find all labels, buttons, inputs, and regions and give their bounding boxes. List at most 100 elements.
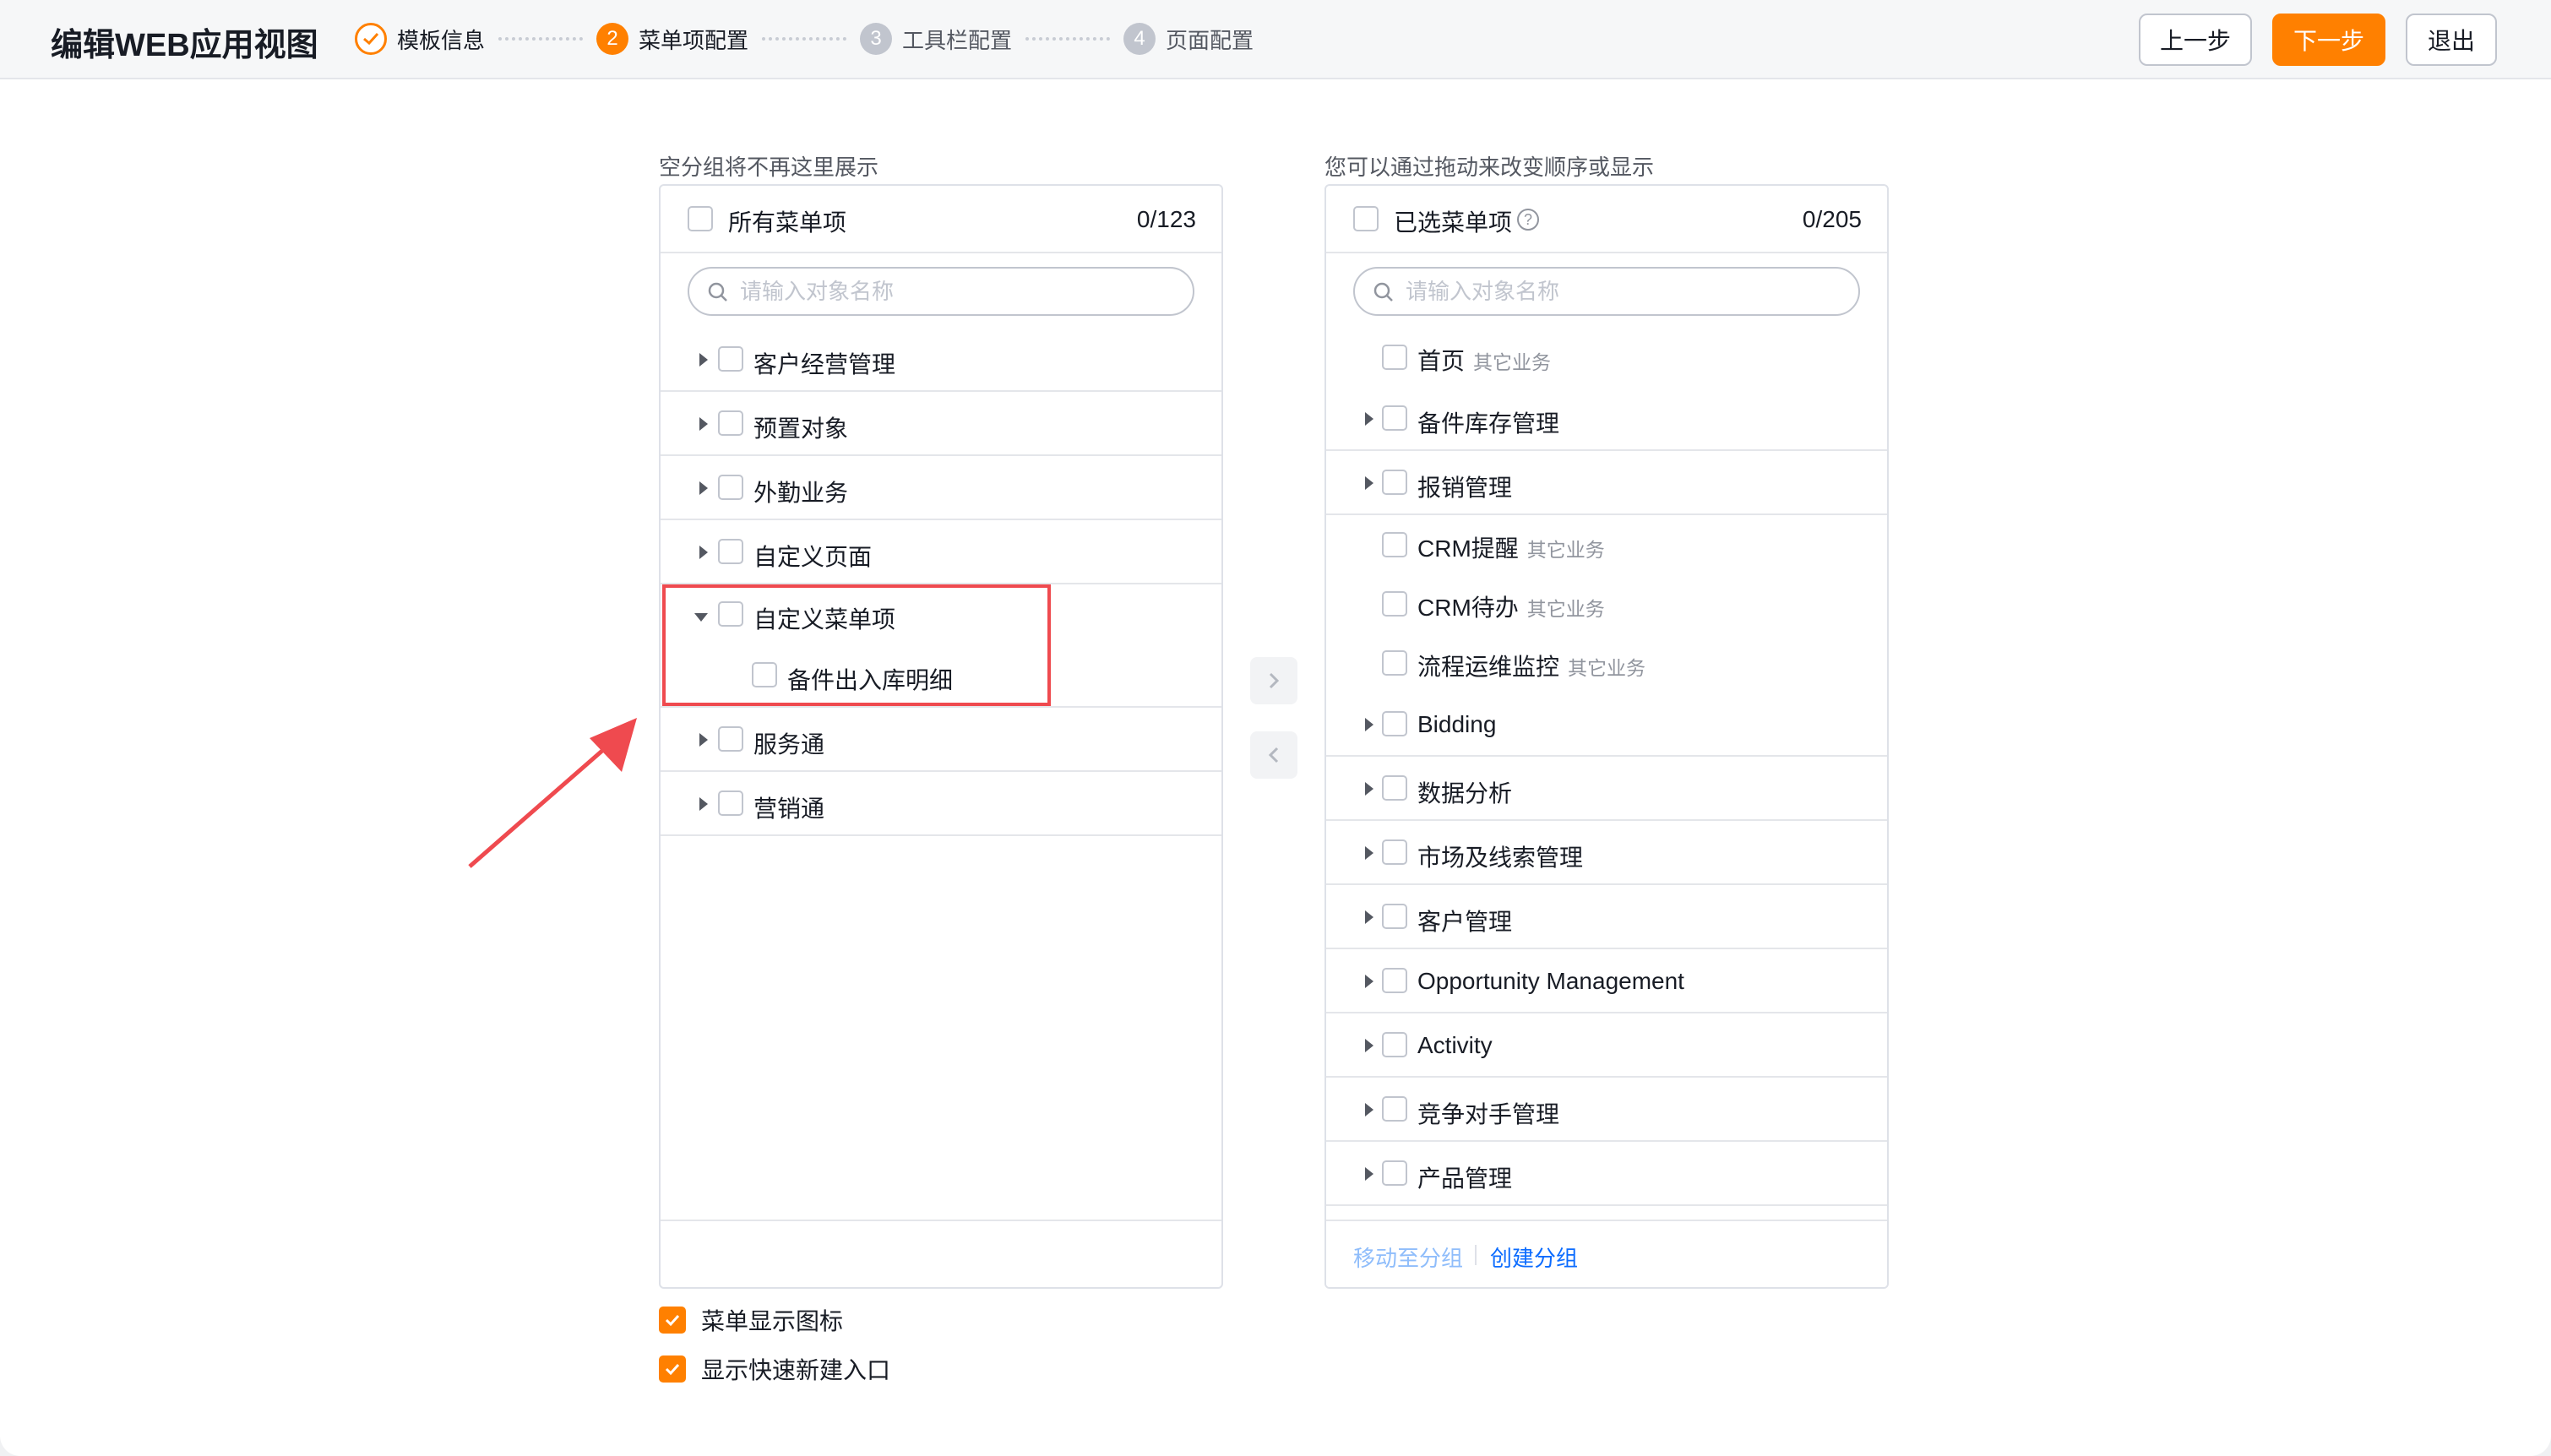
caret-right-icon[interactable]	[1365, 718, 1373, 731]
menu-group-row[interactable]: 客户管理	[1326, 885, 1887, 949]
group-checkbox[interactable]	[1382, 1096, 1407, 1122]
item-checkbox[interactable]	[1382, 650, 1407, 676]
group-checkbox[interactable]	[718, 475, 743, 500]
caret-right-icon[interactable]	[699, 797, 708, 811]
caret-right-icon[interactable]	[699, 546, 708, 559]
menu-group-row[interactable]: 竞争对手管理	[1326, 1078, 1887, 1142]
select-all-checkbox[interactable]	[1353, 206, 1379, 231]
menu-item-row[interactable]: CRM待办 其它业务	[1326, 574, 1887, 633]
menu-group-row[interactable]: 备件库存管理	[1326, 387, 1887, 451]
caret-right-icon[interactable]	[699, 481, 708, 495]
menu-group-row[interactable]: 数据分析	[1326, 757, 1887, 821]
step-4-label: 页面配置	[1166, 27, 1254, 53]
group-checkbox[interactable]	[1382, 711, 1407, 736]
move-right-button[interactable]	[1250, 657, 1297, 704]
quick-create-checkbox[interactable]	[659, 1355, 686, 1383]
item-label: 首页 其它业务	[1417, 348, 1552, 374]
caret-right-icon[interactable]	[699, 733, 708, 747]
item-checkbox[interactable]	[1382, 591, 1407, 617]
group-label: Bidding	[1417, 711, 1497, 737]
group-checkbox[interactable]	[1382, 1160, 1407, 1186]
menu-group-row[interactable]: 产品管理	[1326, 1142, 1887, 1206]
group-checkbox[interactable]	[718, 539, 743, 564]
group-label: 数据分析	[1417, 780, 1513, 807]
tree-group-row[interactable]: 营销通	[661, 772, 1221, 836]
group-label: 外勤业务	[753, 480, 849, 506]
group-checkbox[interactable]	[718, 346, 743, 372]
menu-group-row[interactable]: 市场及线索管理	[1326, 821, 1887, 885]
chevron-right-icon	[1269, 672, 1280, 689]
create-group-link[interactable]: 创建分组	[1490, 1241, 1578, 1273]
caret-right-icon[interactable]	[1365, 975, 1373, 988]
tree-group-row[interactable]: 自定义页面	[661, 520, 1221, 584]
group-label: 自定义页面	[753, 544, 873, 570]
tree-group-row[interactable]: 预置对象	[661, 392, 1221, 456]
help-icon[interactable]: ?	[1517, 209, 1539, 231]
item-checkbox[interactable]	[1382, 345, 1407, 370]
menu-item-row[interactable]: 流程运维监控 其它业务	[1326, 633, 1887, 693]
tree-group-row[interactable]: 外勤业务	[661, 456, 1221, 520]
menu-group-row[interactable]: Opportunity Management	[1326, 949, 1887, 1013]
prev-step-button[interactable]: 上一步	[2139, 14, 2252, 66]
select-all-checkbox[interactable]	[688, 206, 713, 231]
exit-button[interactable]: 退出	[2406, 14, 2497, 66]
tree-group-row[interactable]: 服务通	[661, 708, 1221, 772]
item-tag: 其它业务	[1473, 351, 1552, 373]
step-3-number: 3	[860, 23, 893, 55]
right-search-box[interactable]	[1353, 267, 1860, 316]
move-left-button[interactable]	[1250, 731, 1297, 779]
menu-group-row[interactable]: 报销管理	[1326, 451, 1887, 515]
caret-right-icon[interactable]	[1365, 846, 1373, 860]
caret-right-icon[interactable]	[1365, 1167, 1373, 1181]
menu-item-row[interactable]: 首页 其它业务	[1326, 328, 1887, 387]
all-menu-items-panel: 所有菜单项 0/123 客户经营管理 预置对象 外勤业务	[659, 184, 1223, 1289]
show-icon-label: 菜单显示图标	[701, 1308, 844, 1334]
group-label: 客户管理	[1417, 909, 1513, 935]
annotation-highlight-box	[662, 584, 1051, 706]
caret-right-icon[interactable]	[1365, 1039, 1373, 1052]
group-label: 客户经营管理	[753, 351, 896, 378]
caret-right-icon[interactable]	[1365, 412, 1373, 426]
left-panel-count: 0/123	[1136, 206, 1196, 232]
item-checkbox[interactable]	[1382, 532, 1407, 557]
caret-right-icon[interactable]	[1365, 1103, 1373, 1116]
caret-right-icon[interactable]	[699, 417, 708, 431]
step-1-label: 模板信息	[397, 27, 486, 53]
group-checkbox[interactable]	[1382, 968, 1407, 993]
group-label: 报销管理	[1417, 475, 1513, 501]
group-label: 备件库存管理	[1417, 410, 1560, 437]
caret-right-icon[interactable]	[1365, 910, 1373, 924]
group-checkbox[interactable]	[1382, 839, 1407, 865]
group-checkbox[interactable]	[718, 790, 743, 816]
left-search-input[interactable]	[740, 274, 1179, 309]
right-search-input[interactable]	[1406, 274, 1845, 309]
group-checkbox[interactable]	[1382, 775, 1407, 801]
step-3: 3 工具栏配置	[860, 23, 1012, 55]
move-to-group-link[interactable]: 移动至分组	[1353, 1241, 1463, 1273]
show-icon-option[interactable]: 菜单显示图标	[659, 1306, 843, 1334]
caret-right-icon[interactable]	[699, 353, 708, 367]
menu-group-row[interactable]: Bidding	[1326, 693, 1887, 757]
item-tag: 其它业务	[1568, 657, 1646, 679]
step-2-number: 2	[596, 23, 629, 55]
group-checkbox[interactable]	[1382, 470, 1407, 495]
group-checkbox[interactable]	[1382, 405, 1407, 431]
menu-group-row[interactable]: Activity	[1326, 1013, 1887, 1078]
caret-right-icon[interactable]	[1365, 476, 1373, 490]
item-label: CRM提醒 其它业务	[1417, 535, 1605, 562]
left-search-box[interactable]	[688, 267, 1194, 316]
next-step-button[interactable]: 下一步	[2272, 14, 2385, 66]
left-panel-title: 所有菜单项	[728, 209, 847, 236]
group-checkbox[interactable]	[1382, 1032, 1407, 1057]
app-window: 编辑WEB应用视图 模板信息 2 菜单项配置 3 工具栏配置 4 页面配置 上一…	[0, 0, 2551, 1456]
show-icon-checkbox[interactable]	[659, 1307, 686, 1334]
group-checkbox[interactable]	[718, 410, 743, 436]
header-bar: 编辑WEB应用视图 模板信息 2 菜单项配置 3 工具栏配置 4 页面配置 上一…	[0, 0, 2551, 79]
quick-create-option[interactable]: 显示快速新建入口	[659, 1355, 890, 1383]
group-checkbox[interactable]	[718, 726, 743, 752]
menu-item-row[interactable]: CRM提醒 其它业务	[1326, 515, 1887, 574]
caret-right-icon[interactable]	[1365, 782, 1373, 796]
group-checkbox[interactable]	[1382, 904, 1407, 929]
step-divider	[762, 37, 847, 41]
tree-group-row[interactable]: 客户经营管理	[661, 328, 1221, 392]
